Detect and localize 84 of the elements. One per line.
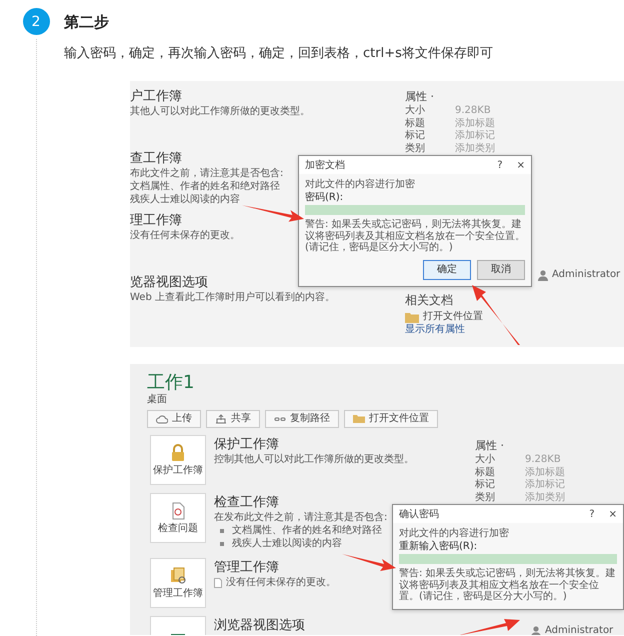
help-button[interactable]: ? bbox=[589, 508, 595, 520]
bullet-icon bbox=[220, 542, 224, 546]
property-value: 添加类别 bbox=[455, 142, 496, 155]
author-name: Administrator bbox=[545, 624, 614, 635]
upload-button[interactable]: 上传 bbox=[147, 410, 201, 428]
property-label: 大小 bbox=[475, 454, 496, 466]
share-button[interactable]: 共享 bbox=[206, 410, 260, 428]
section-title: 浏览器视图选项 bbox=[214, 618, 305, 634]
pointer-arrow bbox=[460, 617, 520, 635]
property-value: 添加标题 bbox=[525, 466, 566, 478]
group-label: 对此文件的内容进行加密 bbox=[399, 527, 510, 540]
cancel-button[interactable]: 取消 bbox=[477, 260, 525, 280]
property-value: 9.28KB bbox=[455, 105, 492, 118]
bullet-icon bbox=[220, 528, 224, 532]
manage-tile-button[interactable]: 管理工作簿 bbox=[150, 558, 206, 608]
field-label: 密码(R): bbox=[305, 191, 344, 204]
document-icon bbox=[214, 578, 222, 588]
section-text: 没有任何未保存的更改。 bbox=[226, 576, 336, 589]
section-text: 没有任何未保存的更改。 bbox=[130, 229, 240, 242]
field-label: 重新输入密码(R): bbox=[399, 540, 478, 553]
pointer-arrow bbox=[342, 552, 396, 572]
close-button[interactable]: × bbox=[516, 160, 525, 170]
step-number-badge: 2 bbox=[22, 8, 50, 35]
warning-text: 警告: 如果丢失或忘记密码，则无法将其恢复。建议将密码列表及其相应文档名放在一个安全位置。(请记住，密码是区分大小写的。) bbox=[305, 219, 525, 254]
dialog-title: 确认密码 bbox=[399, 508, 439, 521]
section-text: 其他人可以对此工作簿所做的更改类型。 bbox=[130, 105, 310, 118]
author-name: Administrator bbox=[552, 268, 620, 281]
section-title: 保护工作簿 bbox=[214, 437, 279, 453]
property-label: 标题 bbox=[475, 466, 496, 478]
warning-text: 警告: 如果丢失或忘记密码，则无法将其恢复。建议将密码列表及其相应文档名放在一个安全位置。(请记住，密码是区分大小写的。) bbox=[399, 568, 617, 602]
section-text: 残疾人士难以阅读的内容 bbox=[130, 193, 240, 206]
section-title: 检查工作簿 bbox=[214, 495, 279, 511]
folder-button[interactable]: 打开文件位置 bbox=[344, 410, 438, 428]
property-value: 添加标题 bbox=[455, 118, 496, 130]
bullet-text: 文档属性、作者的姓名和绝对路径 bbox=[232, 524, 382, 537]
section-text: Web 上查看此工作簿时用户可以看到的内容。 bbox=[130, 291, 335, 304]
documents-icon bbox=[168, 566, 188, 586]
properties-heading: 属性 · bbox=[475, 438, 505, 454]
section-text: 控制其他人可以对此工作簿所做的更改类型。 bbox=[214, 453, 414, 466]
inspect-tile-button[interactable]: 检查问题 bbox=[150, 493, 206, 543]
property-label: 标记 bbox=[405, 130, 426, 142]
pointer-arrow bbox=[242, 203, 304, 223]
help-button[interactable]: ? bbox=[497, 160, 503, 170]
step-title: 第二步 bbox=[64, 12, 110, 32]
section-text: 在发布此文件之前，请注意其是否包含: bbox=[214, 511, 388, 524]
workbook-location: 桌面 bbox=[147, 394, 168, 406]
password-field[interactable] bbox=[305, 205, 525, 215]
group-label: 对此文件的内容进行加密 bbox=[305, 178, 416, 191]
property-value: 添加标记 bbox=[455, 130, 496, 142]
cloud-icon bbox=[156, 414, 168, 424]
section-title: 管理工作簿 bbox=[214, 560, 279, 576]
step-description: 输入密码，确定，再次输入密码，确定，回到表格，ctrl+s将文件保存即可 bbox=[64, 45, 494, 63]
folder-icon bbox=[353, 414, 365, 424]
property-label: 标题 bbox=[405, 118, 426, 130]
properties-heading: 属性 · bbox=[405, 89, 435, 104]
bullet-text: 残疾人士难以阅读的内容 bbox=[232, 537, 342, 550]
property-label: 类别 bbox=[405, 142, 426, 155]
property-value: 添加标记 bbox=[525, 479, 566, 492]
property-label: 类别 bbox=[475, 492, 496, 504]
related-docs-heading: 相关文档 bbox=[405, 293, 454, 308]
section-text: 布此文件之前，请注意其是否包含: bbox=[130, 167, 284, 180]
workbook-title: 工作1 bbox=[147, 372, 196, 394]
share-icon bbox=[215, 414, 227, 424]
dialog-title: 加密文档 bbox=[305, 158, 345, 172]
section-title: 查工作簿 bbox=[130, 151, 182, 167]
property-value: 9.28KB bbox=[525, 454, 562, 466]
person-icon bbox=[537, 268, 549, 280]
ok-button[interactable]: 确定 bbox=[423, 260, 471, 280]
section-text: 文档属性、作者的姓名和绝对路径 bbox=[130, 180, 280, 193]
section-title: 览器视图选项 bbox=[130, 275, 208, 291]
folder-icon bbox=[405, 312, 419, 322]
close-button[interactable]: × bbox=[608, 508, 617, 520]
link-button[interactable]: 复制路径 bbox=[265, 410, 339, 428]
section-title: 户工作簿 bbox=[130, 89, 182, 105]
open-location-link[interactable]: 打开文件位置 bbox=[423, 310, 483, 324]
pointer-arrow bbox=[472, 285, 520, 345]
lock-tile-button[interactable]: 保护工作簿 bbox=[150, 435, 206, 485]
property-value: 添加类别 bbox=[525, 492, 566, 504]
show-all-properties-link[interactable]: 显示所有属性 bbox=[405, 324, 624, 336]
property-label: 标记 bbox=[475, 479, 496, 492]
person-icon bbox=[530, 624, 542, 635]
password-field[interactable] bbox=[399, 554, 617, 564]
section-title: 理工作簿 bbox=[130, 213, 182, 229]
property-label: 大小 bbox=[405, 105, 426, 118]
